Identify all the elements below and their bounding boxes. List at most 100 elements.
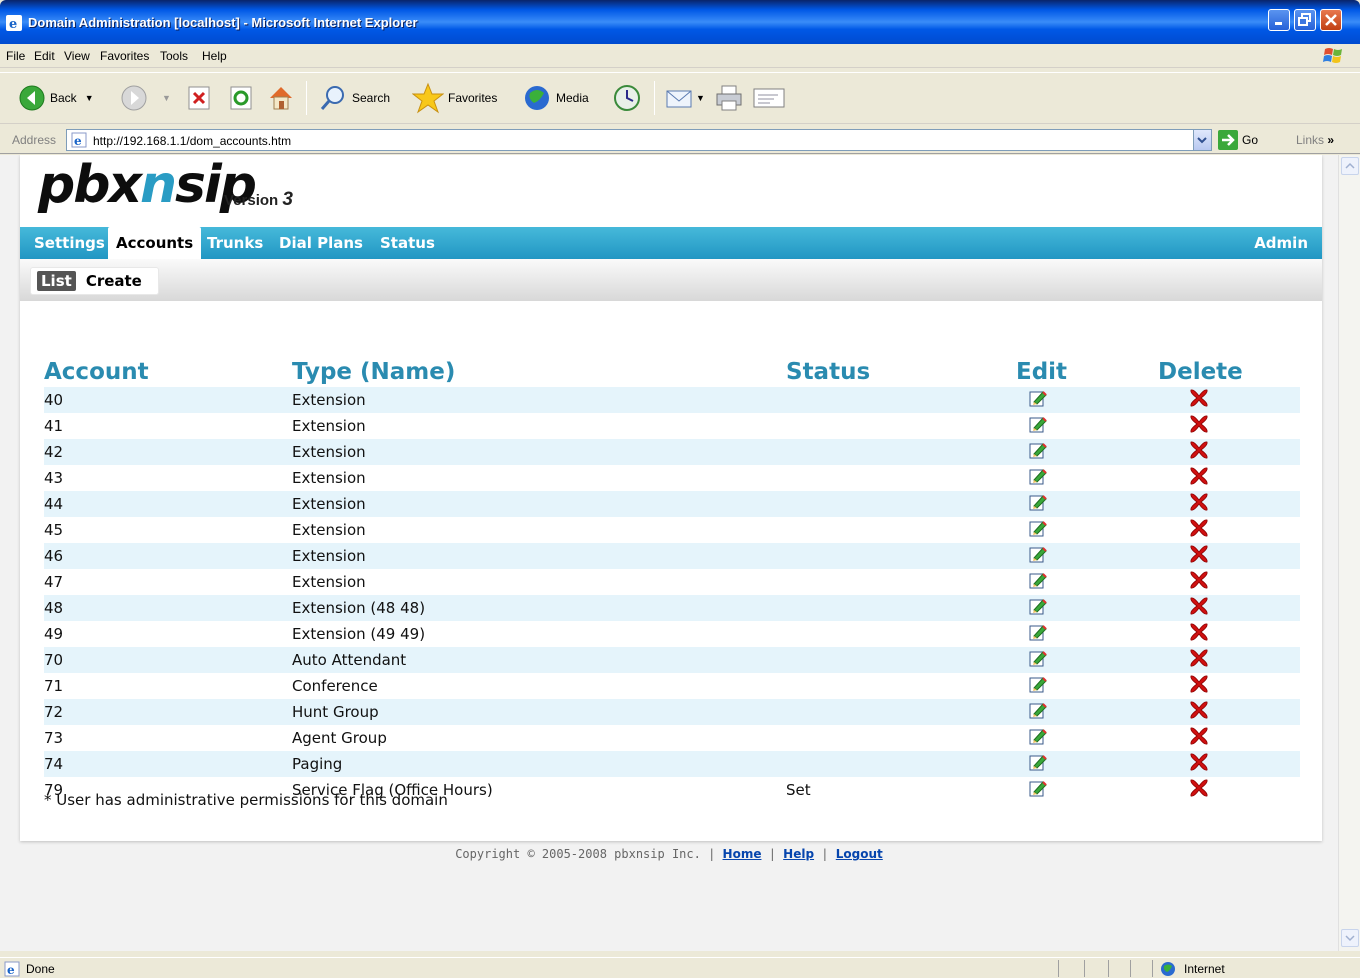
delete-icon[interactable] bbox=[1188, 727, 1210, 751]
home-button[interactable] bbox=[266, 81, 296, 115]
edit-page-button[interactable] bbox=[752, 81, 786, 115]
main-nav: Settings Accounts Trunks Dial Plans Stat… bbox=[20, 227, 1322, 259]
edit-icon[interactable] bbox=[1028, 469, 1048, 490]
history-button[interactable] bbox=[612, 81, 642, 115]
edit-cell bbox=[1016, 751, 1158, 777]
account-cell: 49 bbox=[44, 625, 64, 643]
media-button[interactable]: Media bbox=[522, 81, 589, 115]
edit-icon[interactable] bbox=[1028, 781, 1048, 802]
nav-status[interactable]: Status bbox=[380, 234, 435, 252]
delete-icon[interactable] bbox=[1188, 545, 1210, 569]
forward-dropdown-icon[interactable]: ▼ bbox=[162, 93, 171, 103]
table-row: 45 Extension bbox=[44, 517, 1300, 543]
zone-label: Internet bbox=[1184, 962, 1225, 976]
status-cell bbox=[786, 647, 1016, 673]
delete-icon[interactable] bbox=[1188, 493, 1210, 517]
edit-icon[interactable] bbox=[1028, 729, 1048, 750]
delete-icon[interactable] bbox=[1188, 389, 1210, 413]
nav-settings[interactable]: Settings bbox=[34, 234, 105, 252]
mail-icon bbox=[666, 90, 692, 108]
edit-icon[interactable] bbox=[1028, 391, 1048, 412]
favorites-label: Favorites bbox=[448, 91, 498, 105]
edit-icon[interactable] bbox=[1028, 573, 1048, 594]
delete-icon[interactable] bbox=[1188, 779, 1210, 803]
delete-icon[interactable] bbox=[1188, 675, 1210, 699]
edit-icon[interactable] bbox=[1028, 755, 1048, 776]
copyright-text: Copyright © 2005-2008 pbxnsip Inc. | bbox=[455, 847, 716, 861]
delete-icon[interactable] bbox=[1188, 701, 1210, 725]
scroll-up-button[interactable] bbox=[1341, 157, 1359, 175]
vertical-scrollbar[interactable] bbox=[1338, 155, 1360, 951]
edit-icon[interactable] bbox=[1028, 703, 1048, 724]
edit-icon[interactable] bbox=[1028, 443, 1048, 464]
footer-logout-link[interactable]: Logout bbox=[836, 847, 883, 861]
status-cell bbox=[786, 439, 1016, 465]
mail-button[interactable]: ▼ bbox=[664, 81, 705, 115]
restore-button[interactable] bbox=[1294, 9, 1316, 31]
close-icon bbox=[1325, 14, 1337, 26]
footer-home-link[interactable]: Home bbox=[723, 847, 762, 861]
subtab-create[interactable]: Create bbox=[82, 271, 146, 291]
menu-edit[interactable]: Edit bbox=[34, 49, 55, 63]
nav-admin[interactable]: Admin bbox=[1254, 234, 1308, 252]
nav-dial-plans[interactable]: Dial Plans bbox=[279, 234, 363, 252]
scroll-down-button[interactable] bbox=[1341, 929, 1359, 947]
edit-cell bbox=[1016, 725, 1158, 751]
menu-file[interactable]: File bbox=[6, 49, 25, 63]
delete-icon[interactable] bbox=[1188, 441, 1210, 465]
edit-icon[interactable] bbox=[1028, 625, 1048, 646]
delete-icon[interactable] bbox=[1188, 649, 1210, 673]
links-toolbar[interactable]: Links » bbox=[1296, 133, 1334, 147]
search-button[interactable]: Search bbox=[318, 81, 390, 115]
nav-accounts[interactable]: Accounts bbox=[108, 227, 202, 259]
back-button[interactable]: Back ▼ bbox=[18, 81, 94, 115]
account-cell: 40 bbox=[44, 387, 292, 413]
close-button[interactable] bbox=[1320, 9, 1342, 31]
menu-favorites[interactable]: Favorites bbox=[100, 49, 149, 63]
refresh-button[interactable] bbox=[228, 81, 254, 115]
favorites-button[interactable]: Favorites bbox=[412, 81, 497, 115]
edit-icon[interactable] bbox=[1028, 677, 1048, 698]
type-cell: Extension bbox=[292, 491, 786, 517]
mail-dropdown-icon[interactable]: ▼ bbox=[696, 93, 705, 103]
edit-icon[interactable] bbox=[1028, 651, 1048, 672]
print-button[interactable] bbox=[714, 81, 744, 115]
edit-icon[interactable] bbox=[1028, 417, 1048, 438]
address-bar: Address e http://192.168.1.1/dom_account… bbox=[0, 126, 1360, 154]
stop-button[interactable] bbox=[186, 81, 212, 115]
header-status[interactable]: Status bbox=[786, 353, 1016, 387]
status-text: Done bbox=[26, 962, 55, 976]
header-type[interactable]: Type (Name) bbox=[292, 353, 786, 387]
subtab-list[interactable]: List bbox=[37, 271, 76, 291]
edit-icon[interactable] bbox=[1028, 495, 1048, 516]
header-account[interactable]: Account bbox=[44, 353, 292, 387]
delete-icon[interactable] bbox=[1188, 467, 1210, 491]
go-button[interactable]: Go bbox=[1218, 130, 1258, 150]
delete-icon[interactable] bbox=[1188, 597, 1210, 621]
status-cell bbox=[786, 543, 1016, 569]
back-dropdown-icon[interactable]: ▼ bbox=[85, 93, 94, 103]
forward-button[interactable]: ▼ bbox=[120, 81, 171, 115]
menu-help[interactable]: Help bbox=[202, 49, 227, 63]
header-delete: Delete bbox=[1158, 359, 1243, 385]
address-input[interactable]: e http://192.168.1.1/dom_accounts.htm bbox=[66, 129, 1212, 151]
delete-icon[interactable] bbox=[1188, 623, 1210, 647]
menu-view[interactable]: View bbox=[64, 49, 90, 63]
delete-cell bbox=[1158, 777, 1300, 803]
delete-icon[interactable] bbox=[1188, 571, 1210, 595]
delete-cell bbox=[1158, 621, 1300, 647]
delete-icon[interactable] bbox=[1188, 415, 1210, 439]
address-dropdown-button[interactable] bbox=[1193, 130, 1211, 150]
edit-icon[interactable] bbox=[1028, 599, 1048, 620]
nav-trunks[interactable]: Trunks bbox=[207, 234, 263, 252]
menu-tools[interactable]: Tools bbox=[160, 49, 188, 63]
forward-arrow-icon bbox=[121, 85, 147, 111]
minimize-button[interactable] bbox=[1268, 9, 1290, 31]
footer-help-link[interactable]: Help bbox=[783, 847, 814, 861]
delete-icon[interactable] bbox=[1188, 519, 1210, 543]
delete-icon[interactable] bbox=[1188, 753, 1210, 777]
table-row: 73 Agent Group bbox=[44, 725, 1300, 751]
edit-icon[interactable] bbox=[1028, 547, 1048, 568]
edit-icon[interactable] bbox=[1028, 521, 1048, 542]
page-icon: e bbox=[71, 132, 87, 148]
